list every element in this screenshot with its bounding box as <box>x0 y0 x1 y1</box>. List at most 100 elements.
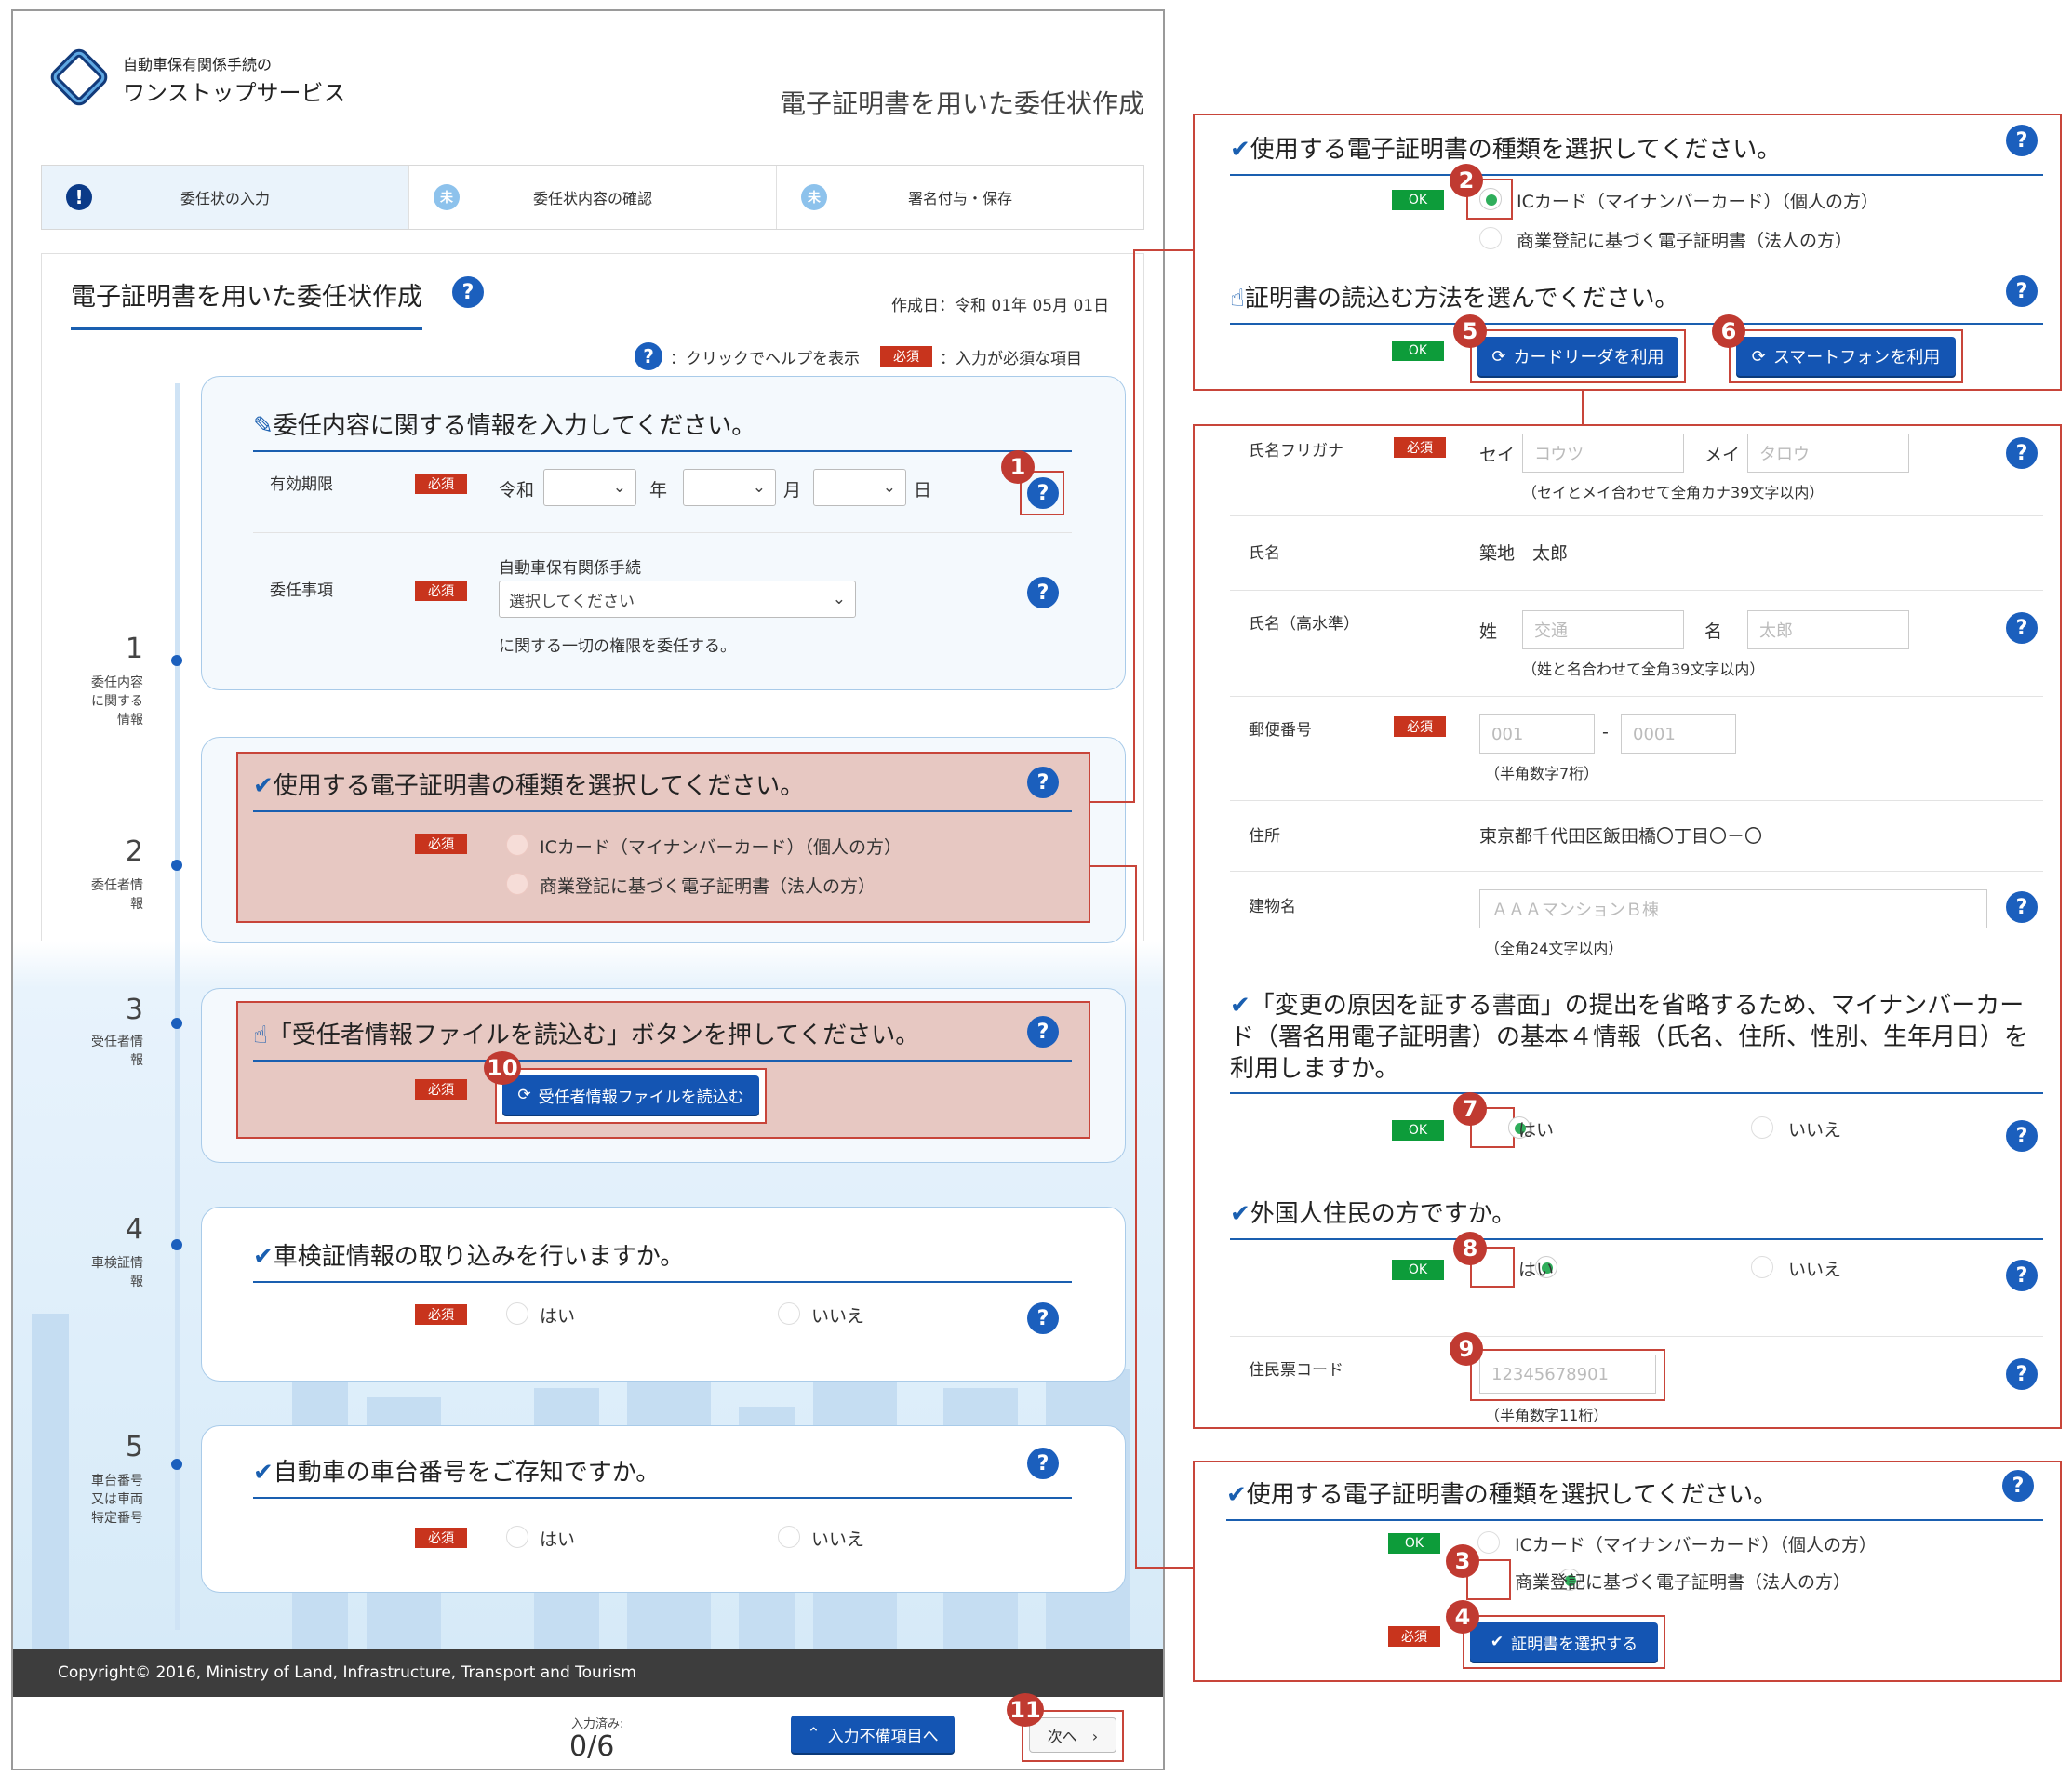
divider <box>1230 696 2043 697</box>
radio-no[interactable] <box>778 1302 800 1325</box>
name-value: 築地 太郎 <box>1479 543 1569 564</box>
connector-line <box>1135 865 1137 1569</box>
help-icon[interactable]: ? <box>1027 1448 1059 1479</box>
address-label: 住所 <box>1249 827 1280 846</box>
help-icon[interactable]: ? <box>452 276 484 308</box>
callout-badge: 5 <box>1453 314 1487 348</box>
pointer-icon: ☝ <box>1230 285 1245 313</box>
callout-badge: 8 <box>1453 1232 1487 1265</box>
day-select[interactable]: ⌄ <box>813 469 906 506</box>
help-icon[interactable]: ? <box>2006 612 2038 644</box>
callout-badge: 1 <box>1001 450 1035 484</box>
radio-yes[interactable] <box>506 1526 528 1548</box>
hname-note: （姓と名合わせて全角39文字以内） <box>1522 661 1765 678</box>
radio-no[interactable] <box>1751 1256 1773 1278</box>
callout-badge: 11 <box>1007 1693 1044 1727</box>
section-1-title: ✎委任内容に関する情報を入力してください。 <box>253 407 1072 452</box>
progress-label: 入力済み: <box>571 1717 624 1731</box>
radio-corporate[interactable] <box>1479 227 1502 249</box>
connector-line <box>1089 801 1135 803</box>
zip1-input[interactable]: 001 <box>1479 714 1595 754</box>
step-confirm: 未 委任状内容の確認 <box>409 166 777 229</box>
mei-input[interactable]: タロウ <box>1747 434 1909 473</box>
smartphone-button[interactable]: ⟳ スマートフォンを利用 <box>1736 337 1956 376</box>
section-4-card <box>201 1207 1126 1382</box>
help-icon[interactable]: ? <box>2006 437 2038 469</box>
timeline <box>175 383 180 1630</box>
callout-badge: 2 <box>1450 164 1483 197</box>
callout-badge: 4 <box>1446 1600 1479 1634</box>
copyright-footer: Copyright© 2016, Ministry of Land, Infra… <box>13 1649 1163 1697</box>
help-icon[interactable]: ? <box>1027 477 1059 509</box>
section-5-title: ✔自動車の車台番号をご存知ですか。 <box>253 1453 1072 1499</box>
matter-suffix: に関する一切の権限を委任する。 <box>499 637 736 656</box>
radio-no[interactable] <box>1751 1116 1773 1139</box>
radio-yes[interactable] <box>506 1302 528 1325</box>
divider <box>1230 515 2043 516</box>
cert-type-title: ✔使用する電子証明書の種類を選択してください。 <box>1230 130 2043 176</box>
mei2-label: 名 <box>1704 621 1723 642</box>
radio-ic-card[interactable] <box>506 834 528 856</box>
chevron-down-icon: ⌄ <box>882 478 896 497</box>
resident-code-input[interactable]: 12345678901 <box>1479 1355 1656 1394</box>
radio-label: ICカード（マイナンバーカード）（個人の方） <box>1517 192 1878 212</box>
select-certificate-button[interactable]: ✔ 証明書を選択する <box>1470 1622 1658 1662</box>
load-delegate-file-button[interactable]: ⟳ 受任者情報ファイルを読込む <box>502 1075 759 1115</box>
radio-label: いいえ <box>811 1306 865 1327</box>
help-icon[interactable]: ? <box>2006 1120 2038 1152</box>
help-icon[interactable]: ? <box>2006 1260 2038 1291</box>
help-icon[interactable]: ? <box>2002 1470 2034 1502</box>
radio-no[interactable] <box>778 1526 800 1548</box>
page-heading: 電子証明書を用いた委任状作成 <box>779 88 1144 119</box>
matter-prefix: 自動車保有関係手続 <box>499 559 641 578</box>
help-icon[interactable]: ? <box>1027 767 1059 798</box>
sei-input[interactable]: コウツ <box>1522 434 1684 473</box>
chevron-down-icon: ⌄ <box>612 478 626 497</box>
timeline-dot <box>171 1018 182 1029</box>
matter-select[interactable]: 選択してください ⌄ <box>499 581 856 618</box>
zip2-input[interactable]: 0001 <box>1621 714 1736 754</box>
month-select[interactable]: ⌄ <box>683 469 776 506</box>
connector-line <box>1089 865 1137 867</box>
help-icon[interactable]: ? <box>2006 1358 2038 1390</box>
kana-note: （セイとメイ合わせて全角カナ39文字以内） <box>1522 484 1825 501</box>
year-select[interactable]: ⌄ <box>543 469 636 506</box>
mei2-input[interactable]: 太郎 <box>1747 610 1909 649</box>
help-icon[interactable]: ? <box>2006 125 2038 156</box>
progress-count: 0/6 <box>569 1730 615 1763</box>
help-icon[interactable]: ? <box>1027 577 1059 608</box>
created-date: 作成日：令和 01年 05月 01日 <box>891 297 1110 315</box>
radio-label: はい <box>1518 1120 1555 1141</box>
radio-corporate[interactable] <box>506 873 528 895</box>
check-icon: ✔ <box>1226 1481 1247 1509</box>
radio-label: ICカード（マイナンバーカード）（個人の方） <box>540 837 902 858</box>
radio-label: ICカード（マイナンバーカード）（個人の方） <box>1515 1535 1877 1556</box>
building-note: （全角24文字以内） <box>1485 940 1624 957</box>
card-reader-button[interactable]: ⟳ カードリーダを利用 <box>1477 337 1678 376</box>
help-icon[interactable]: ? <box>1027 1016 1059 1048</box>
next-button[interactable]: 次へ › <box>1029 1717 1116 1753</box>
step-label: 委任状内容の確認 <box>532 190 652 207</box>
building-input[interactable]: ＡＡＡマンションＢ棟 <box>1479 889 1987 928</box>
zip-dash: - <box>1602 722 1609 742</box>
year-label: 年 <box>649 480 668 501</box>
sei2-input[interactable]: 交通 <box>1522 610 1684 649</box>
missing-items-button[interactable]: ⌃ 入力不備項目へ <box>791 1716 955 1753</box>
help-icon[interactable]: ? <box>2006 891 2038 923</box>
section-4-title: ✔車検証情報の取り込みを行いますか。 <box>253 1237 1072 1283</box>
required-badge: 必須 <box>1394 437 1446 458</box>
main-window: 自動車保有関係手続の ワンストップサービス 電子証明書を用いた委任状作成 ! 委… <box>11 9 1165 1770</box>
radio-ic-card[interactable] <box>1479 188 1502 210</box>
radio-ic-card[interactable] <box>1477 1531 1500 1554</box>
section-2-title: ✔使用する電子証明書の種類を選択してください。 <box>253 767 1072 812</box>
ok-badge: OK <box>1392 190 1444 210</box>
chevron-down-icon: ⌄ <box>832 590 846 608</box>
help-icon[interactable]: ? <box>2006 275 2038 307</box>
section-number: 3 <box>125 994 143 1026</box>
help-icon[interactable]: ? <box>1027 1302 1059 1334</box>
radio-label: いいえ <box>1788 1120 1842 1141</box>
cert-type-title: ✔使用する電子証明書の種類を選択してください。 <box>1226 1476 2043 1521</box>
callout-badge: 3 <box>1446 1544 1479 1578</box>
connector-line <box>1135 1567 1193 1569</box>
ok-badge: OK <box>1392 1260 1444 1280</box>
